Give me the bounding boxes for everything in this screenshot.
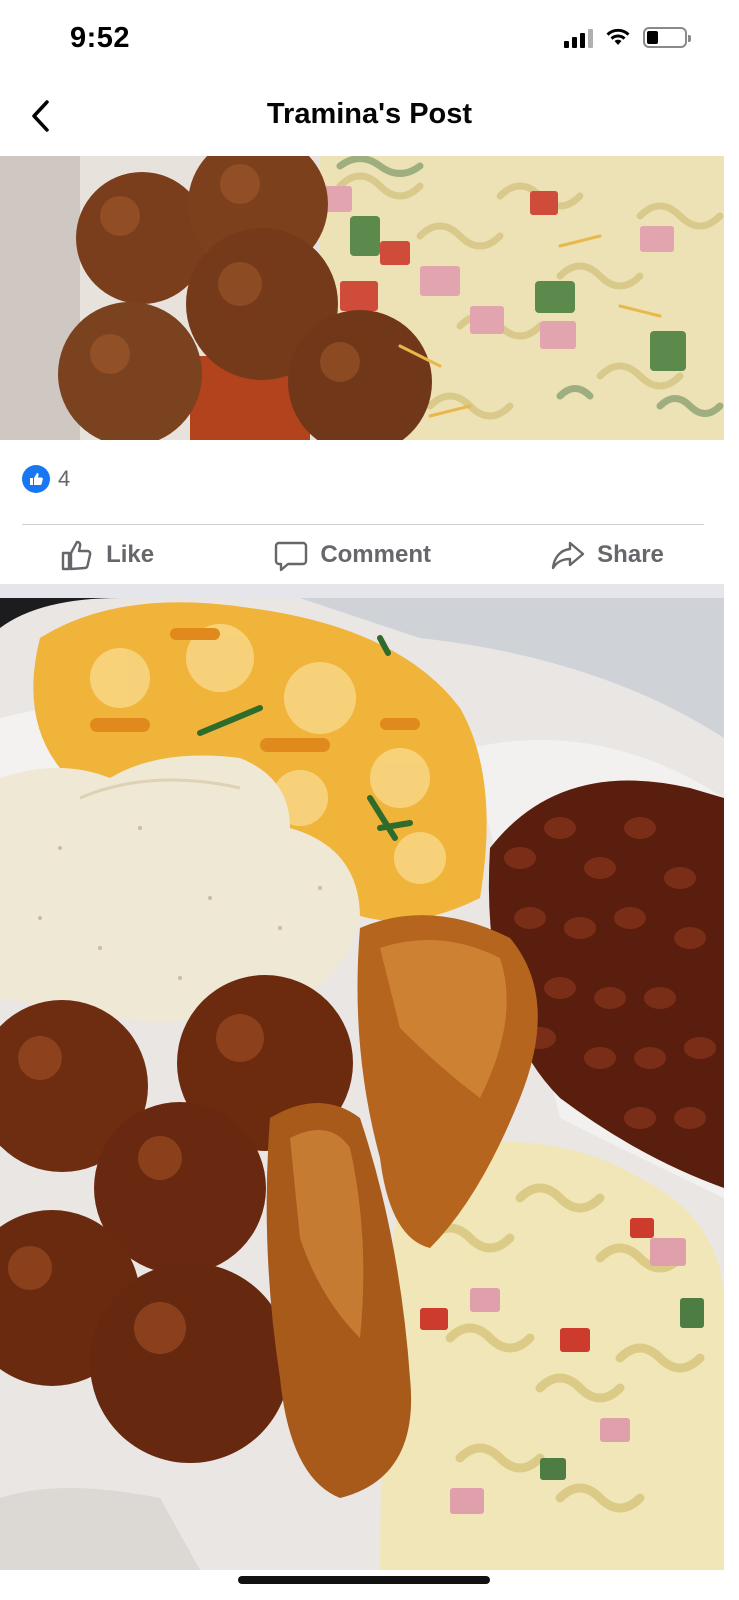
post-action-bar: Like Comment Share — [0, 528, 724, 582]
reaction-summary[interactable]: 4 — [22, 465, 70, 493]
wifi-icon — [606, 28, 630, 45]
home-indicator[interactable] — [238, 1576, 490, 1584]
like-button[interactable]: Like — [60, 538, 154, 572]
comment-label: Comment — [320, 541, 431, 568]
status-bar: 9:52 — [0, 0, 739, 80]
comment-button[interactable]: Comment — [274, 538, 431, 572]
thumbs-up-outline-icon — [61, 540, 92, 571]
speech-bubble-icon — [275, 541, 308, 572]
cellular-signal-icon — [564, 26, 593, 48]
battery-level — [647, 30, 658, 44]
share-arrow-icon — [551, 541, 585, 570]
status-icons — [564, 26, 691, 48]
section-separator — [0, 584, 724, 598]
page-title: Tramina's Post — [266, 98, 473, 130]
like-label: Like — [106, 541, 155, 568]
post-photo-2[interactable] — [0, 598, 724, 1570]
share-label: Share — [597, 541, 664, 568]
status-time: 9:52 — [70, 22, 131, 54]
battery-icon — [643, 26, 691, 48]
like-reaction-icon — [22, 465, 50, 493]
post-header: Tramina's Post — [0, 80, 739, 156]
share-button[interactable]: Share — [551, 538, 664, 572]
reaction-count: 4 — [58, 466, 71, 491]
post-photo-1[interactable] — [0, 156, 724, 440]
right-edge-margin — [724, 156, 739, 1600]
divider — [22, 524, 704, 525]
